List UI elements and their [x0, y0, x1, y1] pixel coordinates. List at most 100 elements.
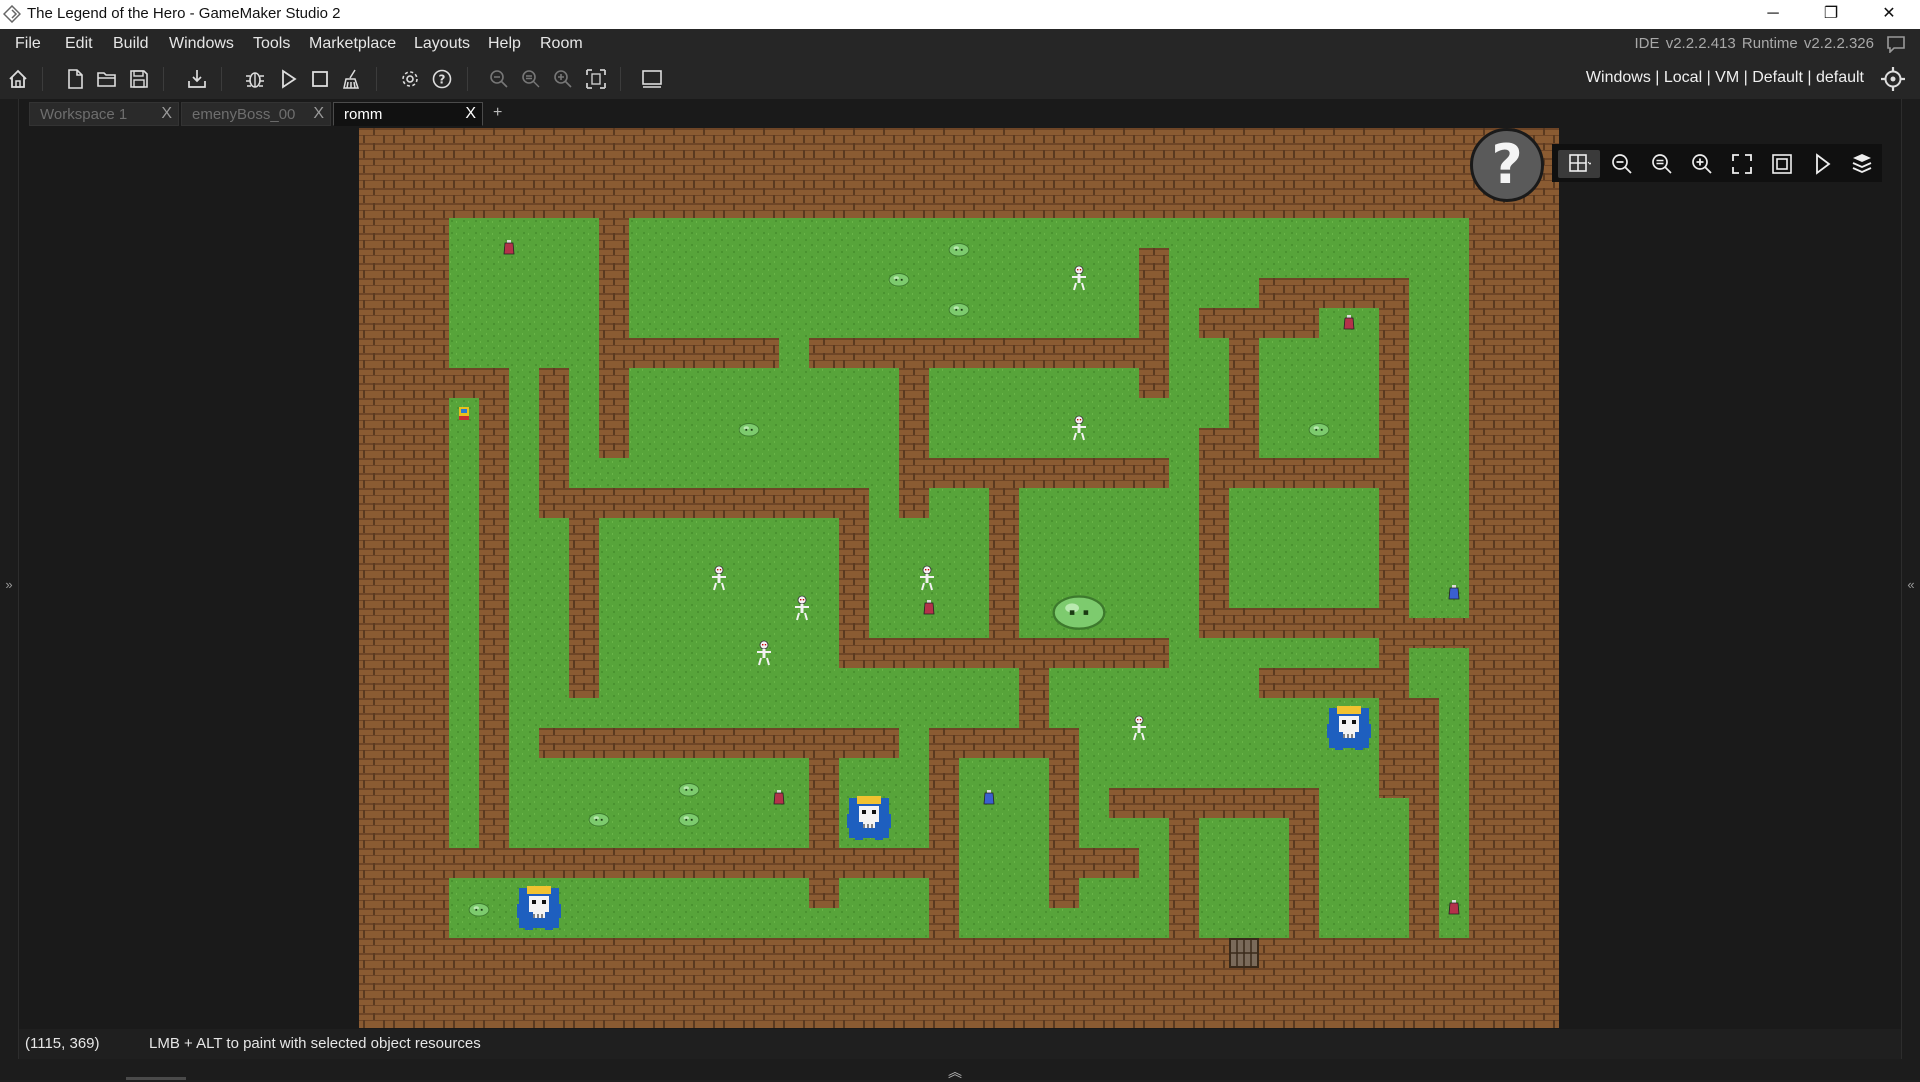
menu-windows[interactable]: Windows [169, 35, 234, 53]
zoom-in-button[interactable] [549, 65, 577, 93]
enemy-slime[interactable] [588, 813, 610, 827]
tab-workspace-1[interactable]: Workspace 1 X [29, 102, 179, 126]
expand-right-icon[interactable]: « [1902, 577, 1920, 592]
run-button[interactable] [274, 65, 302, 93]
enemy-slime-boss[interactable] [1052, 595, 1106, 630]
enemy-boss[interactable] [516, 885, 562, 931]
toolbar-separator [620, 67, 621, 91]
stop-button[interactable] [306, 65, 334, 93]
enemy-slime[interactable] [1308, 423, 1330, 437]
close-button[interactable]: ✕ [1860, 0, 1918, 29]
open-project-button[interactable] [93, 65, 121, 93]
new-project-icon [68, 69, 83, 89]
new-project-button[interactable] [61, 65, 89, 93]
wall-segment [1259, 668, 1409, 698]
output-window-button[interactable] [638, 65, 666, 93]
wall-segment [1109, 788, 1319, 818]
enemy-slime[interactable] [738, 423, 760, 437]
fit-view-button[interactable] [582, 65, 610, 93]
enemy-slime[interactable] [678, 813, 700, 827]
wall-segment [539, 728, 899, 758]
wall-segment [539, 488, 869, 518]
menu-edit[interactable]: Edit [65, 35, 93, 53]
room-zoom-reset-button[interactable] [1648, 150, 1676, 178]
room-frame-button[interactable] [1768, 150, 1796, 178]
menu-build[interactable]: Build [113, 35, 149, 53]
right-dock-strip[interactable]: « [1901, 99, 1920, 1059]
close-tab-icon[interactable]: X [161, 105, 172, 123]
zoom-out-icon [1612, 154, 1632, 174]
enemy-boss[interactable] [846, 795, 892, 841]
tab-romm[interactable]: romm X [333, 102, 483, 126]
chat-icon[interactable] [1886, 35, 1906, 53]
home-button[interactable] [4, 65, 32, 93]
room-canvas[interactable] [359, 128, 1559, 1028]
zoom-reset-button[interactable] [517, 65, 545, 93]
help-question-icon: ? [1491, 133, 1523, 196]
room-play-button[interactable] [1808, 150, 1836, 178]
create-executable-button[interactable] [183, 65, 211, 93]
hero-player[interactable] [459, 407, 469, 420]
enemy-slime[interactable] [678, 783, 700, 797]
debug-icon [246, 72, 264, 88]
enemy-slime[interactable] [948, 303, 970, 317]
open-project-icon [97, 72, 116, 87]
add-tab-button[interactable]: + [493, 104, 502, 122]
zoom-out-button[interactable] [485, 65, 513, 93]
save-project-button[interactable] [125, 65, 153, 93]
menu-file[interactable]: File [15, 35, 41, 53]
tab-emenyboss[interactable]: emenyBoss_00 X [181, 102, 331, 126]
minimize-button[interactable]: ─ [1744, 0, 1802, 29]
wall-segment [1229, 308, 1259, 458]
enemy-slime[interactable] [468, 903, 490, 917]
main-toolbar: ? Windows | Local | VM | Default | defau… [0, 59, 1920, 100]
enemy-slime[interactable] [888, 273, 910, 287]
save-project-icon [130, 70, 148, 88]
tab-label: emenyBoss_00 [192, 106, 296, 123]
status-bar: (1115, 369) LMB + ALT to paint with sele… [19, 1030, 1901, 1058]
grid-toggle-button[interactable] [1558, 150, 1600, 178]
enemy-slime[interactable] [948, 243, 970, 257]
close-tab-icon[interactable]: X [313, 105, 324, 123]
wall-segment [899, 458, 1169, 488]
close-tab-icon[interactable]: X [465, 105, 476, 123]
menu-help[interactable]: Help [488, 35, 521, 53]
window-title: The Legend of the Hero - GameMaker Studi… [27, 5, 341, 22]
wall-segment [1379, 618, 1469, 648]
create-executable-icon [188, 70, 206, 88]
wall-segment [1139, 248, 1169, 398]
room-zoom-out-button[interactable] [1608, 150, 1636, 178]
menu-marketplace[interactable]: Marketplace [309, 35, 396, 53]
grid-icon [1569, 154, 1591, 172]
room-zoom-in-button[interactable] [1688, 150, 1716, 178]
wall-segment [539, 368, 569, 488]
room-fullscreen-button[interactable] [1728, 150, 1756, 178]
wall-segment [479, 368, 509, 848]
enemy-boss[interactable] [1326, 705, 1372, 751]
tab-bar: Workspace 1 X emenyBoss_00 X romm X + [19, 100, 1901, 128]
clean-button[interactable] [338, 65, 366, 93]
expand-bottom-icon[interactable]: ︽ [948, 1062, 962, 1082]
fit-icon [586, 69, 606, 89]
room-view[interactable] [359, 128, 1559, 1028]
wall-segment [1019, 668, 1049, 728]
menu-layouts[interactable]: Layouts [414, 35, 470, 53]
room-help-button[interactable]: ? [1470, 128, 1544, 202]
room-layers-button[interactable] [1848, 150, 1876, 178]
home-icon [9, 69, 27, 88]
help-button[interactable]: ? [428, 65, 456, 93]
left-dock-strip[interactable]: » [0, 99, 19, 1059]
wall-segment [839, 638, 1169, 668]
toolbar-separator [221, 67, 222, 91]
debug-button[interactable] [241, 65, 269, 93]
menu-room[interactable]: Room [540, 35, 583, 53]
target-info[interactable]: Windows | Local | VM | Default | default [1586, 69, 1864, 87]
target-settings-icon[interactable] [1880, 66, 1906, 92]
menu-tools[interactable]: Tools [253, 35, 290, 53]
game-options-button[interactable] [396, 65, 424, 93]
expand-left-icon[interactable]: » [0, 577, 18, 592]
toolbar-separator [376, 67, 377, 91]
title-bar: The Legend of the Hero - GameMaker Studi… [0, 0, 1920, 29]
exit-door[interactable] [1229, 938, 1259, 968]
restore-button[interactable]: ❐ [1802, 0, 1860, 29]
